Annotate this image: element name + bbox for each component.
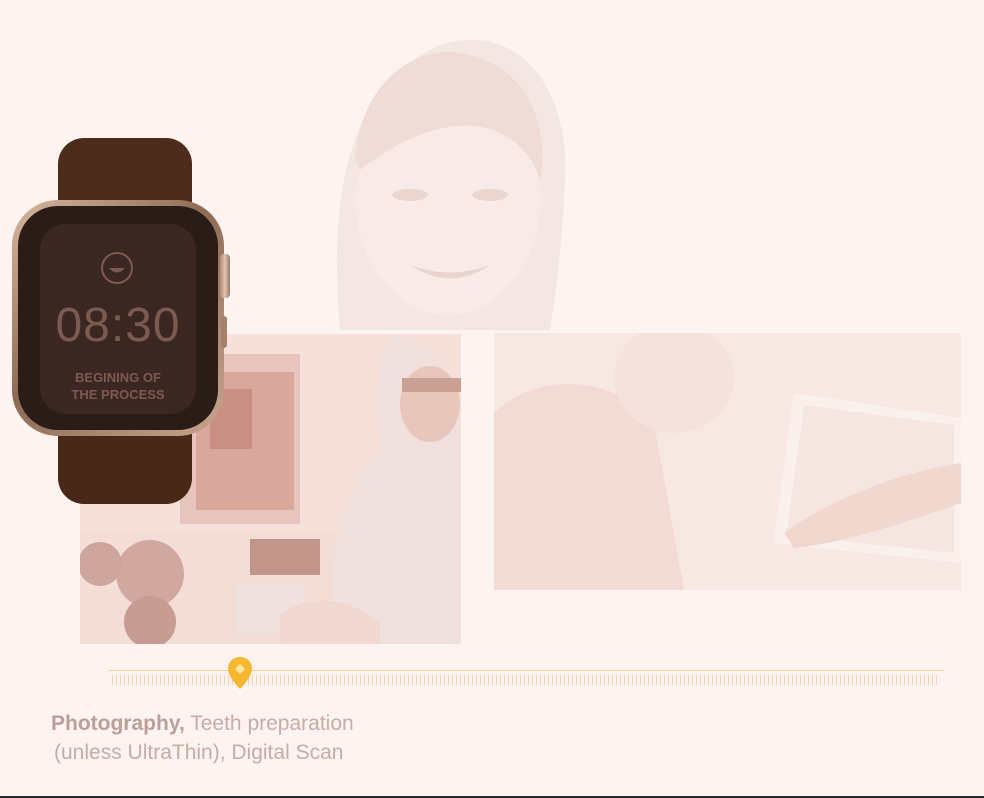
location-pin-icon[interactable] bbox=[227, 656, 253, 690]
watch-caption: BEGINING OF THE PROCESS bbox=[71, 370, 165, 402]
watch-time: 08:30 bbox=[55, 299, 181, 352]
watch-crown bbox=[220, 254, 230, 298]
smile-face-icon bbox=[101, 252, 133, 284]
watch-side-button bbox=[221, 316, 227, 348]
background-portrait bbox=[336, 39, 566, 330]
step-description-bold: Photography, bbox=[51, 712, 185, 735]
step-description-rest: Teeth preparation bbox=[184, 712, 354, 735]
page: 08:30 BEGINING OF THE PROCESS Photograph… bbox=[0, 0, 984, 798]
apple-watch: 08:30 BEGINING OF THE PROCESS bbox=[12, 138, 234, 504]
step-description: Photography, Teeth preparation (unless U… bbox=[51, 709, 411, 767]
dentist-screen-photo bbox=[494, 333, 961, 590]
step-description-line2: (unless UltraThin), Digital Scan bbox=[54, 741, 344, 764]
